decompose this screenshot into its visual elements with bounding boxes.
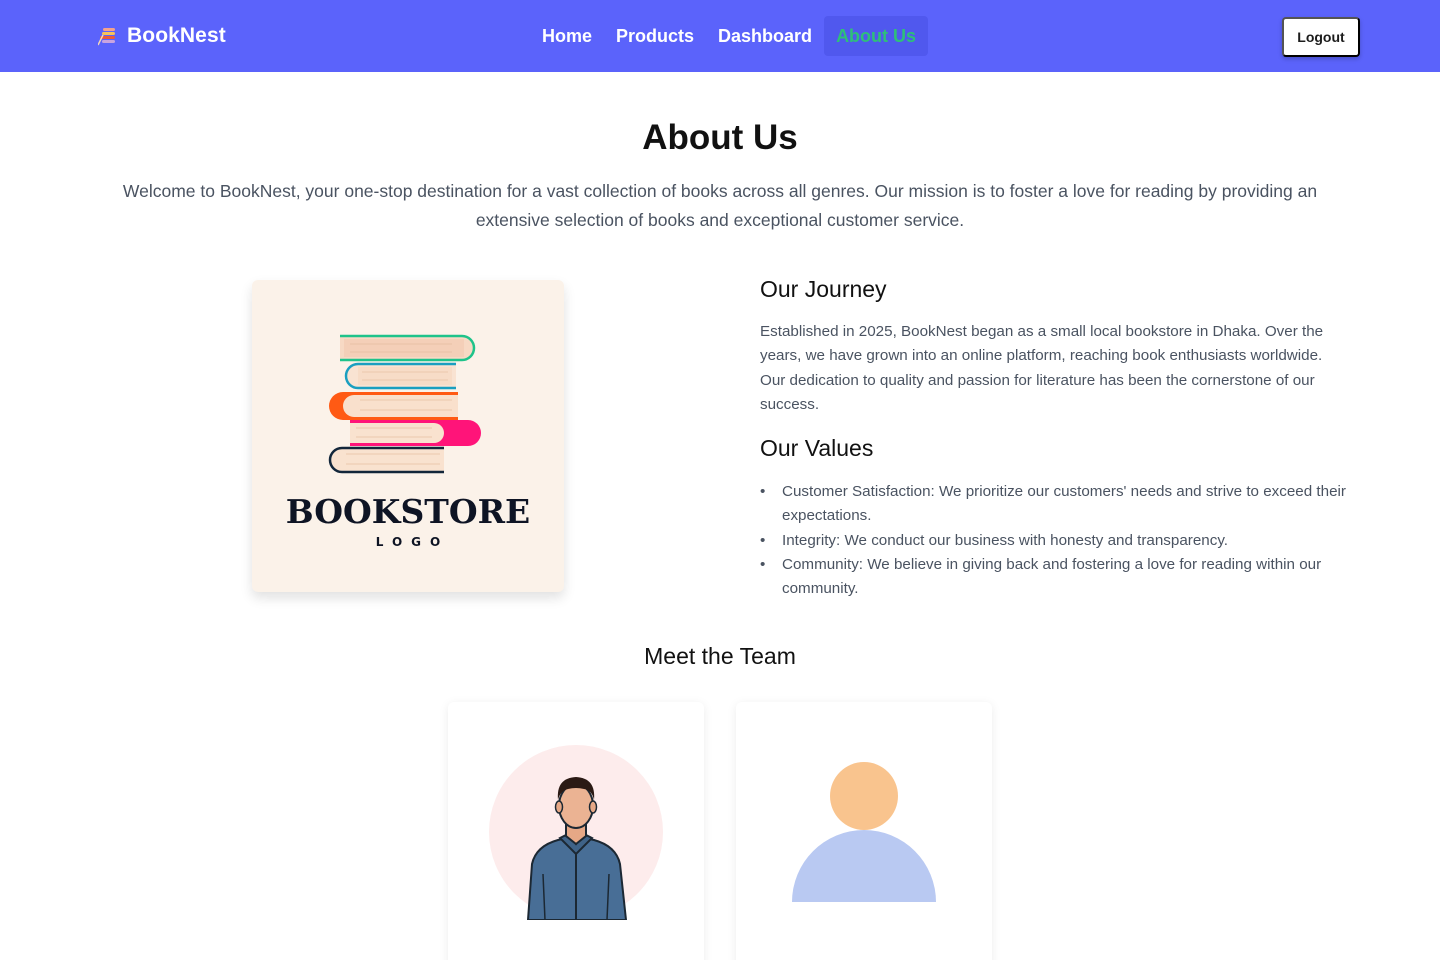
journey-heading: Our Journey bbox=[760, 276, 887, 302]
bookstore-logo-card: BOOKSTORE LOGO bbox=[252, 280, 564, 592]
bullet-icon: • bbox=[760, 531, 766, 549]
books-icon bbox=[98, 28, 115, 46]
logo-subtitle: LOGO bbox=[375, 535, 450, 549]
brand-name: BookNest bbox=[127, 24, 226, 47]
bullet-icon: • bbox=[760, 483, 766, 500]
brand-logo[interactable]: BookNest bbox=[98, 22, 226, 50]
book-stack-illustration bbox=[328, 334, 481, 474]
values-list: • Customer Satisfaction: We prioritize ou… bbox=[760, 480, 1350, 601]
list-item: • Community: We believe in giving back an… bbox=[760, 553, 1350, 602]
user-placeholder-icon bbox=[792, 762, 936, 902]
intro-text: Welcome to BookNest, your one-stop desti… bbox=[122, 181, 1318, 230]
page-title: About Us bbox=[642, 118, 798, 157]
nav-dashboard[interactable]: Dashboard bbox=[706, 16, 824, 56]
journey-text: Established in 2025, BookNest began as a… bbox=[760, 323, 1324, 413]
team-heading: Meet the Team bbox=[644, 643, 796, 669]
team-member-card bbox=[448, 702, 704, 960]
nav-products[interactable]: Products bbox=[604, 16, 706, 56]
nav-about-us[interactable]: About Us bbox=[824, 16, 929, 56]
logout-button[interactable]: Logout bbox=[1282, 17, 1360, 57]
avatar bbox=[489, 745, 663, 920]
values-heading: Our Values bbox=[760, 435, 874, 461]
list-item: • Customer Satisfaction: We prioritize ou… bbox=[760, 480, 1350, 529]
list-item: • Integrity: We conduct our business with… bbox=[760, 529, 1350, 553]
team-member-card bbox=[736, 702, 992, 960]
logo-title: BOOKSTORE bbox=[285, 492, 531, 531]
navbar: BookNest Home Products Dashboard About U… bbox=[0, 0, 1440, 72]
main-nav: Home Products Dashboard About Us bbox=[530, 16, 929, 56]
bullet-icon: • bbox=[760, 555, 766, 573]
nav-home[interactable]: Home bbox=[530, 16, 604, 56]
